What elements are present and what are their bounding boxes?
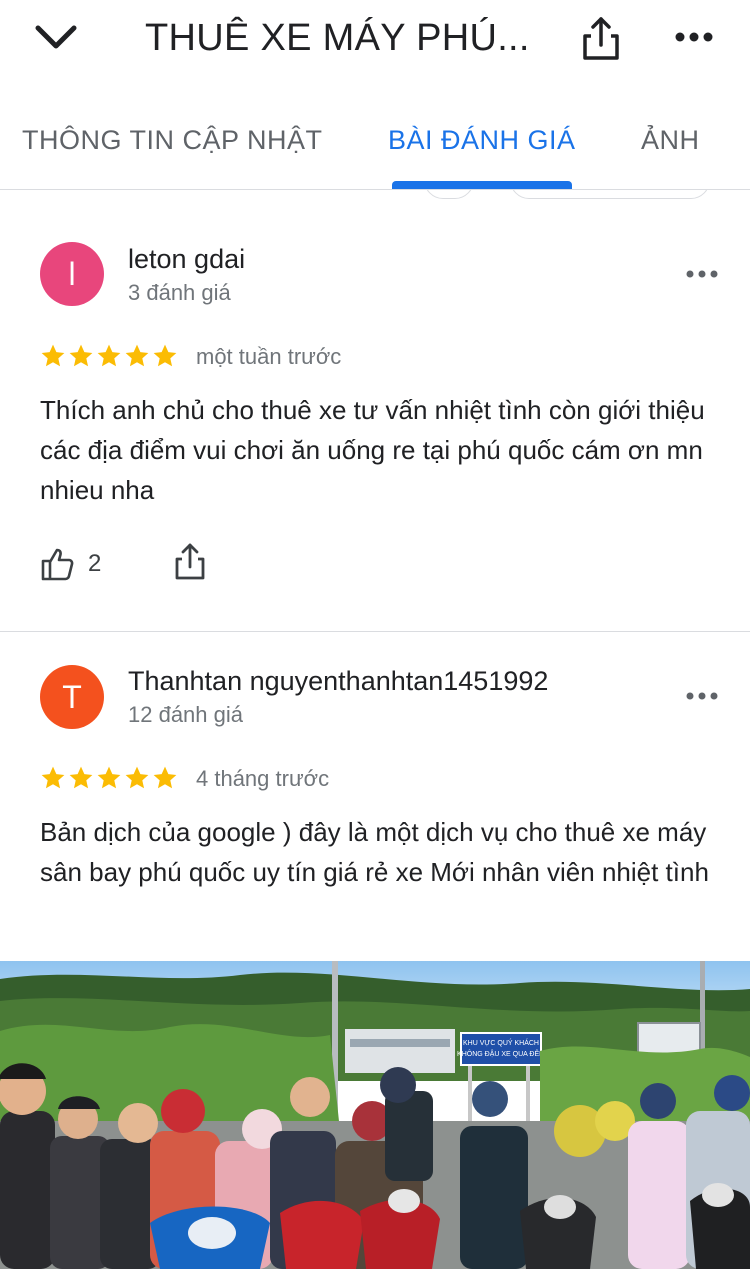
collapse-button[interactable] — [30, 16, 82, 60]
star-rating — [40, 343, 178, 371]
like-button[interactable]: 2 — [40, 544, 101, 584]
app-header: THUÊ XE MÁY PHÚ... — [0, 0, 750, 80]
more-options-button[interactable] — [670, 22, 718, 52]
review-text: Bản dịch của google ) đây là một dịch vụ… — [40, 817, 709, 887]
group-photo-illustration: KHU VỰC QUÝ KHÁCH KHÔNG ĐẬU XE QUA ĐÊM — [0, 961, 750, 1269]
review-photo[interactable]: KHU VỰC QUÝ KHÁCH KHÔNG ĐẬU XE QUA ĐÊM — [0, 961, 750, 1269]
share-icon — [175, 543, 205, 580]
review-text: Thích anh chủ cho thuê xe tư vấn nhiệt t… — [40, 395, 705, 505]
more-horiz-icon — [686, 692, 718, 700]
more-horiz-icon — [686, 270, 718, 278]
avatar[interactable]: T — [40, 665, 104, 729]
share-icon — [583, 17, 619, 60]
review-count: 12 đánh giá — [128, 702, 243, 727]
filter-chips-row — [0, 189, 750, 201]
star-icon — [69, 344, 93, 367]
tab-photos[interactable]: ẢNH — [641, 122, 700, 158]
sign-text: KHU VỰC QUÝ KHÁCH — [463, 1038, 539, 1047]
review-more-button[interactable] — [684, 264, 720, 284]
star-rating — [40, 765, 178, 793]
review-author[interactable]: Thanhtan nguyenthanhtan1451992 — [128, 664, 548, 698]
review-author[interactable]: leton gdai — [128, 242, 245, 276]
star-icon — [97, 766, 121, 789]
filter-chip[interactable] — [510, 189, 710, 199]
review-divider — [0, 631, 750, 632]
more-horiz-icon — [675, 32, 713, 42]
tab-bar: THÔNG TIN CẬP NHẬT BÀI ĐÁNH GIÁ ẢNH — [0, 92, 750, 190]
review-time: một tuần trước — [196, 344, 342, 369]
star-icon — [153, 344, 177, 367]
tab-reviews[interactable]: BÀI ĐÁNH GIÁ — [388, 122, 576, 158]
star-icon — [97, 344, 121, 367]
page-title: THUÊ XE MÁY PHÚ... — [145, 17, 530, 59]
like-count: 2 — [88, 550, 102, 577]
star-icon — [153, 766, 177, 789]
review-share-button[interactable] — [172, 542, 208, 582]
star-icon — [41, 344, 65, 367]
review-count: 3 đánh giá — [128, 280, 231, 305]
filter-chip[interactable] — [424, 189, 474, 199]
star-icon — [125, 766, 149, 789]
avatar[interactable]: l — [40, 242, 104, 306]
star-icon — [69, 766, 93, 789]
review-more-button[interactable] — [684, 686, 720, 706]
chevron-down-icon — [35, 25, 77, 49]
sign-text: KHÔNG ĐẬU XE QUA ĐÊM — [457, 1049, 545, 1058]
share-button[interactable] — [580, 14, 622, 64]
tab-updates[interactable]: THÔNG TIN CẬP NHẬT — [22, 122, 323, 158]
review-time: 4 tháng trước — [196, 766, 330, 791]
active-tab-indicator — [392, 181, 572, 189]
thumb-up-icon — [41, 548, 74, 581]
star-icon — [125, 344, 149, 367]
star-icon — [41, 766, 65, 789]
